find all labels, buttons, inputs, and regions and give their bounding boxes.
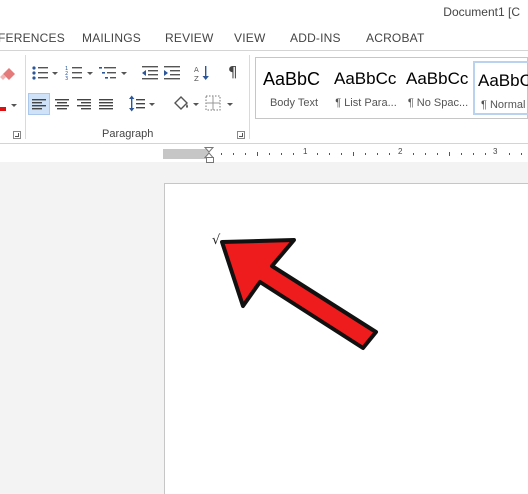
- center-button[interactable]: [53, 94, 71, 114]
- title-bar: Document1 [C: [0, 0, 528, 26]
- borders-icon: [205, 95, 221, 111]
- annotation-arrow: [220, 238, 378, 350]
- shading-button[interactable]: [171, 93, 191, 113]
- chevron-down-icon[interactable]: [193, 103, 199, 106]
- align-left-icon: [32, 99, 46, 110]
- align-right-button[interactable]: [75, 94, 93, 114]
- document-title: Document1 [C: [443, 5, 520, 19]
- increase-indent-button[interactable]: [164, 65, 180, 81]
- style-name: ¶ No Spac...: [407, 97, 469, 109]
- show-formatting-button[interactable]: ¶: [228, 64, 240, 80]
- style-name: Body Text: [269, 97, 319, 109]
- tab-acrobat[interactable]: ACROBAT: [366, 31, 425, 45]
- style-normal[interactable]: AaBbC ¶ Normal: [473, 61, 528, 115]
- eraser-icon: [0, 68, 15, 80]
- justify-button[interactable]: [97, 94, 115, 114]
- chevron-down-icon[interactable]: [87, 72, 93, 75]
- bullets-button[interactable]: [31, 65, 49, 81]
- ruler-left-margin: [163, 149, 209, 159]
- group-separator: [25, 55, 26, 139]
- shading-icon: [174, 96, 188, 110]
- ruler-number: 1: [303, 147, 308, 156]
- style-preview: AaBbCc: [334, 69, 397, 88]
- style-preview: AaBbCc: [406, 69, 469, 88]
- increase-indent-icon: [164, 66, 180, 80]
- paragraph-dialog-launcher[interactable]: [237, 131, 245, 139]
- ribbon-tabs: FERENCES MAILINGS REVIEW VIEW ADD-INS AC…: [0, 26, 528, 50]
- style-preview: AaBbC: [478, 71, 528, 90]
- left-indent-marker[interactable]: [206, 157, 214, 163]
- bullets-icon: [32, 66, 48, 80]
- ruler-number: 3: [493, 147, 498, 156]
- style-body-text[interactable]: AaBbC Body Text: [259, 61, 329, 115]
- line-spacing-icon: [129, 95, 145, 112]
- paragraph-group-label: Paragraph: [102, 128, 154, 140]
- chevron-down-icon[interactable]: [121, 72, 127, 75]
- decrease-indent-icon: [142, 66, 158, 80]
- style-name: ¶ List Para...: [335, 97, 397, 109]
- font-dialog-launcher[interactable]: [13, 131, 21, 139]
- font-color-button[interactable]: [0, 97, 8, 111]
- sort-button[interactable]: A Z: [194, 64, 210, 82]
- chevron-down-icon[interactable]: [227, 103, 233, 106]
- horizontal-ruler: 1 2 3: [163, 146, 528, 163]
- svg-text:¶: ¶: [228, 64, 238, 80]
- center-icon: [55, 99, 69, 110]
- line-spacing-button[interactable]: [128, 94, 146, 114]
- svg-text:A: A: [194, 66, 199, 74]
- styles-gallery: AaBbC Body Text AaBbCc ¶ List Para... Aa…: [255, 57, 528, 119]
- decrease-indent-button[interactable]: [142, 65, 158, 81]
- align-right-icon: [77, 99, 91, 110]
- multilevel-list-button[interactable]: [99, 65, 119, 81]
- tab-review[interactable]: REVIEW: [165, 31, 214, 45]
- sort-icon: A Z: [194, 66, 209, 82]
- ruler-text-area: [209, 149, 528, 159]
- style-preview: AaBbC: [263, 69, 321, 89]
- style-no-spacing[interactable]: AaBbCc ¶ No Spac...: [403, 61, 473, 115]
- clear-formatting-button[interactable]: [0, 65, 18, 81]
- svg-text:3: 3: [65, 76, 68, 81]
- chevron-down-icon[interactable]: [52, 72, 58, 75]
- chevron-down-icon: [11, 104, 17, 107]
- style-list-paragraph[interactable]: AaBbCc ¶ List Para...: [331, 61, 401, 115]
- multilevel-list-icon: [99, 67, 116, 79]
- style-name: ¶ Normal: [481, 99, 526, 111]
- chevron-down-icon[interactable]: [149, 103, 155, 106]
- tab-view[interactable]: VIEW: [234, 31, 265, 45]
- tab-references[interactable]: FERENCES: [0, 31, 65, 45]
- numbering-icon: 1 2 3: [65, 66, 82, 81]
- tab-add-ins[interactable]: ADD-INS: [290, 31, 341, 45]
- ruler-ticks: [221, 152, 522, 156]
- ruler-number: 2: [398, 147, 403, 156]
- align-left-button[interactable]: [28, 93, 50, 115]
- svg-text:Z: Z: [194, 75, 199, 82]
- tab-mailings[interactable]: MAILINGS: [82, 31, 141, 45]
- numbering-button[interactable]: 1 2 3: [65, 65, 83, 81]
- group-separator: [249, 55, 250, 139]
- font-color-icon: [0, 107, 6, 111]
- justify-icon: [99, 99, 113, 110]
- ribbon: 1 2 3 A Z ¶ Paragraph AaBbC Body Text Aa…: [0, 50, 528, 144]
- show-formatting-icon: ¶: [228, 64, 238, 80]
- borders-button[interactable]: [205, 95, 221, 111]
